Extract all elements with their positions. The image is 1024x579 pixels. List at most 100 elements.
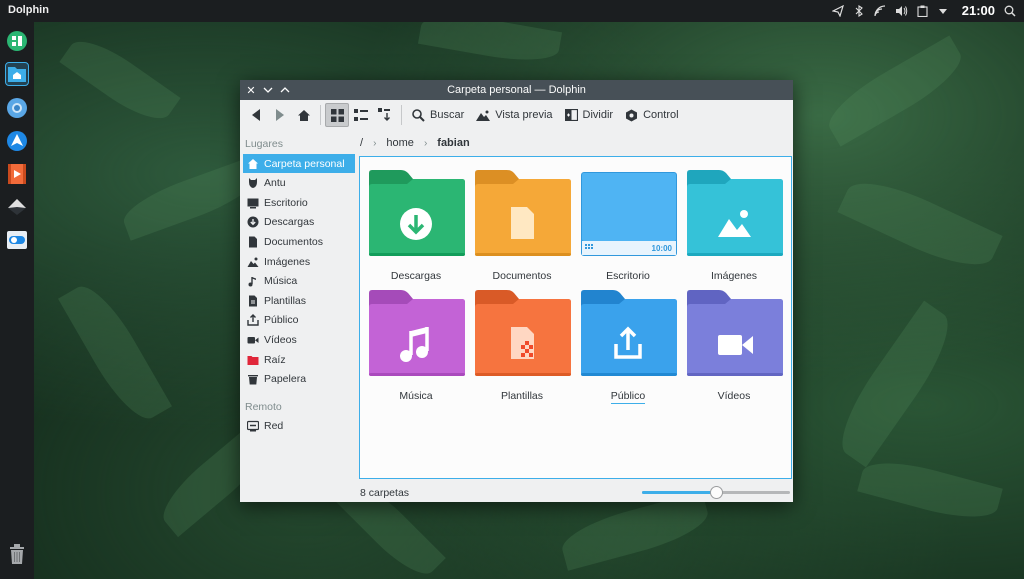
places-panel: Lugares Carpeta personal Antu Escritorio De… (240, 132, 357, 502)
zoom-slider[interactable] (642, 486, 790, 499)
folder-item[interactable]: Vídeos (684, 289, 784, 409)
place-item[interactable]: Papelera (243, 370, 355, 389)
folder-view[interactable]: Descargas Documentos 10:00 Escritorio Imágen… (359, 156, 792, 479)
compact-view-icon (354, 108, 368, 121)
back-button[interactable] (244, 103, 268, 127)
download-icon (247, 216, 259, 228)
place-item-label: Vídeos (264, 333, 297, 346)
document-icon (247, 236, 259, 248)
media-player-icon[interactable] (5, 162, 29, 186)
place-item[interactable]: Red (243, 416, 355, 435)
place-item[interactable]: Plantillas (243, 291, 355, 310)
preview-button[interactable]: Vista previa (470, 103, 558, 127)
place-item-label: Carpeta personal (264, 157, 345, 170)
folder-label: Vídeos (717, 390, 751, 402)
place-item[interactable]: Música (243, 272, 355, 291)
home-icon (298, 109, 310, 121)
folder-item[interactable]: Plantillas (472, 289, 572, 409)
video-icon (247, 334, 259, 346)
place-item[interactable]: Antu (243, 174, 355, 193)
toolbar-separator (320, 105, 321, 125)
clipboard-icon[interactable] (916, 4, 929, 17)
volume-icon[interactable] (895, 4, 908, 17)
chevron-right-icon: › (373, 137, 377, 149)
document-folder-icon (475, 170, 571, 256)
crumb-root[interactable]: / (360, 137, 363, 149)
root-folder-icon (247, 354, 259, 366)
bluetooth-icon[interactable] (853, 4, 866, 17)
crumb-home[interactable]: home (386, 137, 414, 149)
folder-label: Imágenes (710, 270, 758, 282)
window-title: Carpeta personal — Dolphin (447, 84, 586, 96)
place-item[interactable]: Documentos (243, 232, 355, 251)
chevron-down-icon[interactable] (937, 4, 950, 17)
download-folder-icon (369, 170, 465, 256)
breadcrumb: / › home › fabian (360, 135, 470, 151)
folder-item[interactable]: Público (578, 289, 678, 409)
remote-header: Remoto (245, 401, 282, 413)
icons-view-button[interactable] (325, 103, 349, 127)
grid-view-icon (330, 108, 344, 122)
window-titlebar[interactable]: ✕ Carpeta personal — Dolphin (240, 80, 793, 100)
network-drive-icon (247, 420, 259, 432)
network-icon[interactable] (874, 4, 887, 17)
place-item[interactable]: Descargas (243, 213, 355, 232)
place-item-label: Música (264, 275, 298, 288)
split-label: Dividir (582, 109, 614, 121)
place-item[interactable]: Vídeos (243, 330, 355, 349)
dolphin-icon[interactable] (5, 62, 29, 86)
search-icon (412, 108, 425, 122)
folder-item[interactable]: Descargas (366, 169, 466, 289)
left-dock (0, 22, 34, 579)
image-icon (247, 256, 259, 268)
control-button[interactable]: Control (619, 103, 684, 127)
forward-button[interactable] (268, 103, 292, 127)
telegram-icon[interactable] (832, 4, 845, 17)
browser-icon[interactable] (5, 96, 29, 120)
folder-item[interactable]: Imágenes (684, 169, 784, 289)
arrow-left-icon (252, 109, 260, 121)
top-panel: Dolphin 21:00 (0, 0, 1024, 22)
place-item-label: Descargas (264, 216, 315, 229)
place-item[interactable]: Raíz (243, 350, 355, 369)
kdeconnect-icon[interactable] (5, 129, 29, 153)
home-button[interactable] (292, 103, 316, 127)
status-text: 8 carpetas (360, 487, 410, 499)
details-view-icon (378, 108, 390, 121)
music-icon (247, 275, 259, 287)
crumb-current[interactable]: fabian (437, 137, 469, 149)
place-item-label: Imágenes (264, 255, 311, 268)
trash-icon (247, 373, 259, 385)
template-folder-icon (475, 290, 571, 376)
zoom-slider-handle[interactable] (710, 486, 723, 499)
clock[interactable]: 21:00 (962, 3, 995, 18)
toolbar-separator (401, 105, 402, 125)
arrow-right-icon (276, 109, 284, 121)
share-folder-icon (581, 290, 677, 376)
search-button[interactable]: Buscar (406, 103, 470, 127)
places-header: Lugares (245, 138, 283, 150)
compact-view-button[interactable] (349, 103, 373, 127)
terminal-icon[interactable] (5, 195, 29, 219)
app-grid-icon[interactable] (5, 29, 29, 53)
system-tray: 21:00 (832, 3, 1016, 18)
home-icon (247, 158, 259, 170)
search-label: Buscar (430, 109, 465, 121)
place-item[interactable]: Escritorio (243, 193, 355, 212)
search-icon[interactable] (1003, 4, 1016, 17)
details-view-button[interactable] (373, 103, 397, 127)
trash-icon[interactable] (5, 542, 29, 566)
folder-item[interactable]: Documentos (472, 169, 572, 289)
chevron-right-icon: › (423, 137, 428, 149)
place-item[interactable]: Público (243, 311, 355, 330)
folder-label: Música (399, 390, 433, 402)
place-item-label: Papelera (264, 373, 307, 386)
folder-item[interactable]: Música (366, 289, 466, 409)
image-icon (476, 110, 491, 121)
toggle-icon[interactable] (5, 228, 29, 252)
place-item[interactable]: Carpeta personal (243, 154, 355, 173)
desktop-taskbar-clock: 10:00 (652, 244, 673, 253)
folder-item[interactable]: 10:00 Escritorio (578, 169, 678, 289)
place-item[interactable]: Imágenes (243, 252, 355, 271)
split-button[interactable]: Dividir (559, 103, 620, 127)
